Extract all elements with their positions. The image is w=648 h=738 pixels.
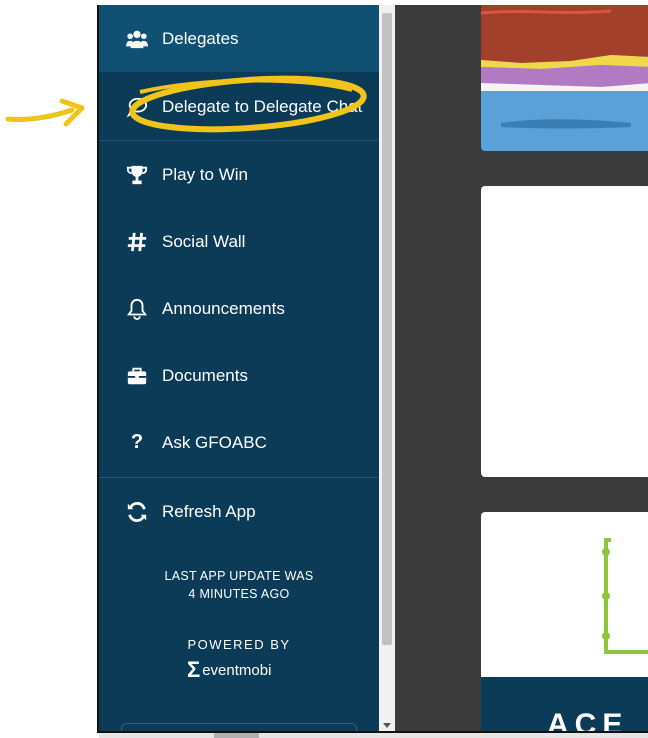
sidebar-item-announcements[interactable]: Announcements <box>99 275 379 342</box>
banner-artwork <box>481 5 648 129</box>
arrow-annotation <box>5 107 75 122</box>
window-border <box>97 5 99 733</box>
content-card-image[interactable] <box>481 5 648 151</box>
logo-text: eventmobi <box>202 661 272 679</box>
bell-icon <box>124 296 150 322</box>
sidebar-item-label: Announcements <box>162 298 285 318</box>
content-card-ace[interactable]: ACE <box>481 512 648 733</box>
sidebar-scrollbar[interactable] <box>379 5 395 733</box>
sidebar-item-ask-gfoabc[interactable]: ? Ask GFOABC <box>99 409 379 476</box>
sidebar-menu: Delegates Delegate to Delegate Chat Play… <box>99 5 379 733</box>
powered-by-label: POWERED BY <box>187 637 291 652</box>
sidebar-item-delegate-chat[interactable]: Delegate to Delegate Chat <box>99 73 379 140</box>
sidebar-item-label: Delegate to Delegate Chat <box>162 96 363 116</box>
sidebar-item-label: Play to Win <box>162 164 248 184</box>
chat-bubble-icon <box>124 94 150 120</box>
trophy-icon <box>124 162 150 188</box>
question-icon: ? <box>130 431 144 453</box>
refresh-icon <box>124 499 150 525</box>
sidebar-item-label: Refresh App <box>162 501 256 521</box>
update-line: 4 MINUTES AGO <box>188 587 290 601</box>
scrollbar-thumb[interactable] <box>382 13 392 645</box>
users-icon <box>124 26 150 52</box>
hashtag-icon <box>124 229 150 255</box>
horizontal-scrollbar-thumb[interactable] <box>214 733 259 738</box>
sidebar-item-label: Delegates <box>162 28 239 48</box>
scroll-down-arrow-icon[interactable] <box>383 723 391 728</box>
ace-logo-icon <box>602 538 648 654</box>
eventmobi-logo: Σ eventmobi <box>187 656 271 684</box>
sidebar-item-label: Ask GFOABC <box>162 432 267 452</box>
last-update-text: LAST APP UPDATE WAS 4 MINUTES AGO <box>99 567 379 603</box>
content-card-blank[interactable] <box>481 186 648 477</box>
briefcase-icon <box>124 363 150 389</box>
sidebar-item-refresh-app[interactable]: Refresh App <box>99 478 379 545</box>
app-window: Delegates Delegate to Delegate Chat Play… <box>97 5 648 733</box>
update-line: LAST APP UPDATE WAS <box>164 569 314 583</box>
horizontal-scrollbar[interactable] <box>99 733 648 738</box>
sidebar-item-play-to-win[interactable]: Play to Win <box>99 141 379 208</box>
arrow-head-annotation <box>59 98 85 127</box>
ace-text: ACE <box>547 708 629 733</box>
sidebar-item-documents[interactable]: Documents <box>99 342 379 409</box>
sidebar-item-label: Documents <box>162 365 248 385</box>
sidebar-item-label: Social Wall <box>162 231 246 251</box>
sidebar-item-delegates[interactable]: Delegates <box>99 5 379 72</box>
sidebar-item-social-wall[interactable]: Social Wall <box>99 208 379 275</box>
sigma-logo-icon: Σ <box>187 657 201 682</box>
